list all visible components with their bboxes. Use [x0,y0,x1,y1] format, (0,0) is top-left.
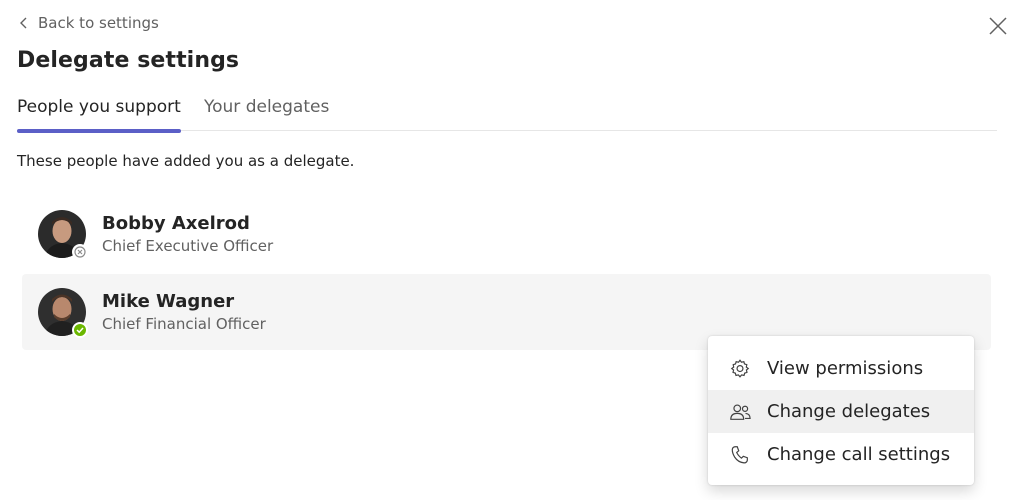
avatar [38,288,88,338]
presence-offline-icon [72,244,88,260]
tab-people-you-support[interactable]: People you support [17,97,181,133]
gear-icon [728,357,752,381]
menu-item-label: Change delegates [767,401,931,422]
person-name: Mike Wagner [102,290,235,312]
page-title: Delegate settings [17,48,240,73]
intro-text: These people have added you as a delegat… [17,152,355,170]
view-permissions-menu-item[interactable]: View permissions [708,347,974,390]
list-item-person[interactable]: Bobby Axelrod Chief Executive Officer [22,196,991,272]
chevron-left-icon [16,15,32,31]
context-menu: View permissions Change delegates Change… [708,336,974,485]
avatar [38,210,88,260]
person-title: Chief Executive Officer [102,236,274,255]
menu-item-label: Change call settings [767,444,951,465]
back-link-label: Back to settings [38,14,159,32]
close-icon [989,17,1007,35]
close-button[interactable] [988,16,1008,36]
phone-icon [728,443,752,467]
person-name: Bobby Axelrod [102,212,250,234]
tab-bar: People you support Your delegates [17,97,997,133]
change-delegates-menu-item[interactable]: Change delegates [708,390,974,433]
back-to-settings-link[interactable]: Back to settings [16,12,159,34]
change-call-settings-menu-item[interactable]: Change call settings [708,433,974,476]
people-icon [728,400,752,424]
presence-available-icon [72,322,88,338]
person-title: Chief Financial Officer [102,314,266,333]
menu-item-label: View permissions [767,358,924,379]
tab-your-delegates[interactable]: Your delegates [204,97,329,131]
